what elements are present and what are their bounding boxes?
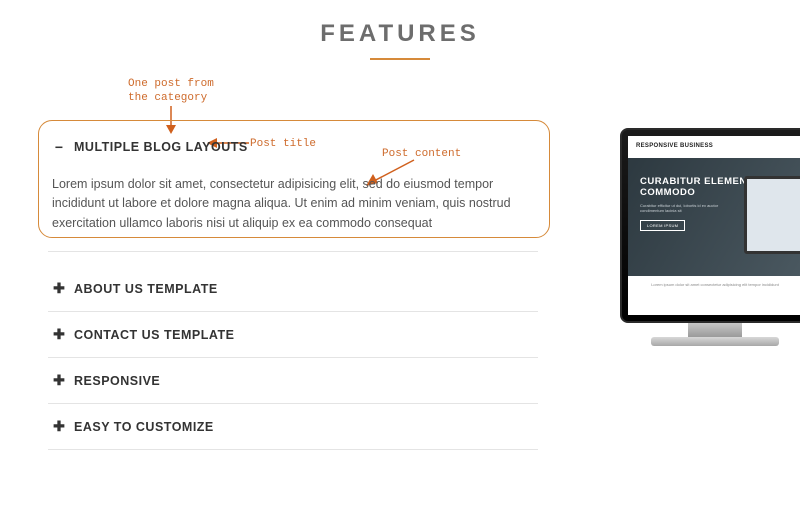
plus-icon: ✚ xyxy=(52,326,66,343)
section-title: FEATURES xyxy=(0,20,800,48)
accordion-title: EASY TO CUSTOMIZE xyxy=(74,420,214,434)
accordion-item: ✚ RESPONSIVE xyxy=(48,358,538,404)
accordion-item-expanded: − MULTIPLE BLOG LAYOUTS Lorem ipsum dolo… xyxy=(48,125,538,252)
accordion-header[interactable]: ✚ ABOUT US TEMPLATE xyxy=(48,266,538,311)
minus-icon: − xyxy=(52,139,66,155)
preview-hero: CURABITUR ELEMENTUM IN COMMODO Curabitur… xyxy=(628,158,800,276)
accordion-collapsed-list: ✚ ABOUT US TEMPLATE ✚ CONTACT US TEMPLAT… xyxy=(48,266,538,450)
title-underline xyxy=(370,58,430,60)
preview-brand: RESPONSIVE BUSINESS xyxy=(628,136,800,158)
preview-inner-monitor xyxy=(744,176,800,254)
accordion: − MULTIPLE BLOG LAYOUTS Lorem ipsum dolo… xyxy=(48,125,538,252)
monitor-base xyxy=(651,337,779,346)
accordion-header[interactable]: − MULTIPLE BLOG LAYOUTS xyxy=(48,125,538,169)
accordion-item: ✚ EASY TO CUSTOMIZE xyxy=(48,404,538,450)
accordion-item: ✚ ABOUT US TEMPLATE xyxy=(48,266,538,312)
accordion-title: MULTIPLE BLOG LAYOUTS xyxy=(74,140,248,154)
plus-icon: ✚ xyxy=(52,280,66,297)
accordion-header[interactable]: ✚ CONTACT US TEMPLATE xyxy=(48,312,538,357)
monitor-stand xyxy=(688,323,742,337)
accordion-item: ✚ CONTACT US TEMPLATE xyxy=(48,312,538,358)
accordion-title: RESPONSIVE xyxy=(74,374,160,388)
accordion-header[interactable]: ✚ EASY TO CUSTOMIZE xyxy=(48,404,538,449)
annotation-category-post: One post from the category xyxy=(128,78,214,106)
preview-monitor: RESPONSIVE BUSINESS CURABITUR ELEMENTUM … xyxy=(620,128,800,346)
monitor-frame: RESPONSIVE BUSINESS CURABITUR ELEMENTUM … xyxy=(620,128,800,323)
accordion-header[interactable]: ✚ RESPONSIVE xyxy=(48,358,538,403)
accordion-title: CONTACT US TEMPLATE xyxy=(74,328,234,342)
preview-bottom-text: Lorem ipsum dolor sit amet consectetur a… xyxy=(628,276,800,294)
preview-hero-button: LOREM IPSUM xyxy=(640,220,685,231)
accordion-content: Lorem ipsum dolor sit amet, consectetur … xyxy=(48,169,538,251)
plus-icon: ✚ xyxy=(52,418,66,435)
accordion-title: ABOUT US TEMPLATE xyxy=(74,282,218,296)
preview-hero-sub: Curabitur efficitur ut dui, lobortis id … xyxy=(640,203,730,214)
plus-icon: ✚ xyxy=(52,372,66,389)
monitor-screen: RESPONSIVE BUSINESS CURABITUR ELEMENTUM … xyxy=(628,136,800,315)
